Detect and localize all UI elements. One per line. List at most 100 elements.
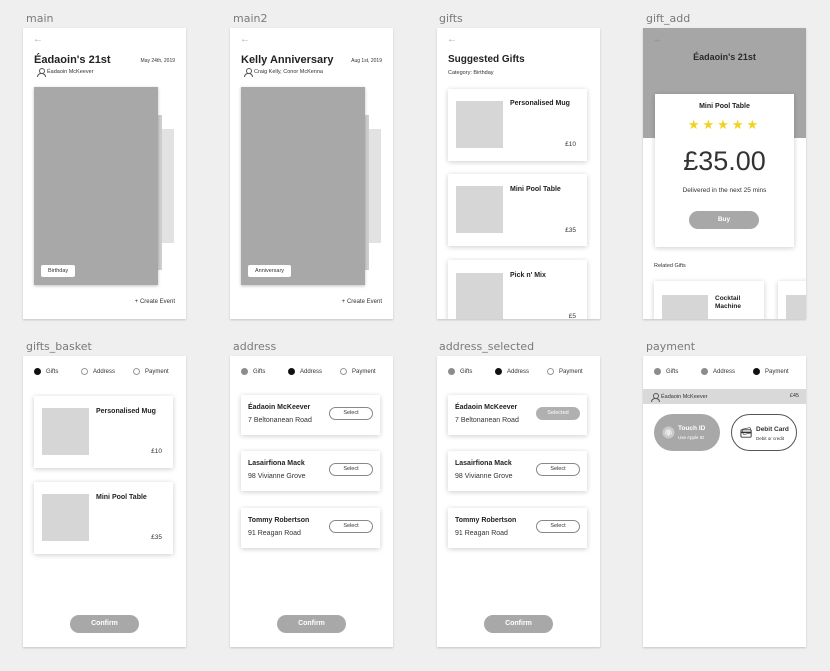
recipient-name: Éadaoin McKeever (661, 394, 708, 400)
gift-price: £35 (565, 227, 576, 234)
address-card[interactable]: Éadaoin McKeever 7 Beltonanean Road Sele… (241, 395, 380, 435)
step-payment[interactable]: Payment (547, 368, 583, 375)
event-people: Éadaoin McKeever (37, 68, 94, 77)
event-people-label: Craig Kelly, Conor McKenna (254, 69, 323, 75)
select-button[interactable]: Select (536, 463, 580, 476)
step-indicator (701, 368, 708, 375)
related-gift-card[interactable]: Cocktail Machine (654, 281, 764, 319)
gift-image (456, 101, 503, 148)
step-payment[interactable]: Payment (753, 368, 789, 375)
person-icon (244, 68, 253, 77)
debit-card-button[interactable]: Debit Card Debit or credit (731, 414, 797, 451)
event-people-label: Éadaoin McKeever (47, 69, 94, 75)
gift-image (456, 186, 503, 233)
related-gift-card[interactable] (778, 281, 806, 319)
back-arrow-icon[interactable]: ← (653, 34, 663, 45)
address-street: 7 Beltonanean Road (455, 417, 519, 424)
event-card[interactable]: Birthday (34, 87, 158, 285)
select-button[interactable]: Select (329, 520, 373, 533)
step-indicator (133, 368, 140, 375)
address-street: 98 Vivianne Grove (455, 473, 513, 480)
basket-item[interactable]: Mini Pool Table £35 (34, 482, 173, 554)
step-label: Payment (559, 368, 583, 375)
event-people: Craig Kelly, Conor McKenna (244, 68, 323, 77)
basket-item[interactable]: Personalised Mug £10 (34, 396, 173, 468)
address-street: 98 Vivianne Grove (248, 473, 306, 480)
gift-price: £10 (565, 141, 576, 148)
related-gifts-label: Related Gifts (654, 263, 686, 269)
address-name: Éadaoin McKeever (248, 404, 311, 411)
back-arrow-icon[interactable]: ← (33, 34, 43, 45)
artboard-gift-add: ← Éadaoin's 21st Mini Pool Table ★★★★★ £… (643, 28, 806, 319)
artboard-address: Gifts Address Payment Éadaoin McKeever 7… (230, 356, 393, 647)
address-card[interactable]: Lasairfiona Mack 98 Vivianne Grove Selec… (448, 451, 587, 491)
select-button[interactable]: Select (536, 520, 580, 533)
event-card[interactable]: Anniversary (241, 87, 365, 285)
delivery-info: Delivered in the next 25 mins (682, 187, 767, 194)
gift-name: Mini Pool Table (96, 494, 147, 501)
confirm-button[interactable]: Confirm (70, 615, 139, 633)
step-payment[interactable]: Payment (340, 368, 376, 375)
address-street: 91 Reagan Road (248, 530, 301, 537)
step-label: Payment (352, 368, 376, 375)
step-label: Gifts (253, 368, 266, 375)
step-label: Payment (145, 368, 169, 375)
artboard-label-main2: main2 (233, 12, 268, 25)
event-title: Kelly Anniversary (241, 54, 334, 66)
person-icon (37, 68, 46, 77)
selected-button[interactable]: Selected (536, 407, 580, 420)
create-event-link[interactable]: + Create Event (135, 299, 175, 305)
gift-image (786, 295, 806, 319)
payment-amount: £45 (789, 393, 799, 399)
select-button[interactable]: Select (329, 407, 373, 420)
debit-card-subtitle: Debit or credit (756, 436, 785, 441)
person-icon (651, 393, 660, 402)
event-title: Éadaoin's 21st (693, 52, 756, 62)
step-gifts[interactable]: Gifts (654, 368, 678, 375)
step-address[interactable]: Address (81, 368, 115, 375)
step-address[interactable]: Address (701, 368, 735, 375)
gift-price: £35 (151, 534, 162, 541)
select-button[interactable]: Select (329, 463, 373, 476)
fingerprint-icon (662, 426, 675, 439)
step-address[interactable]: Address (288, 368, 322, 375)
artboard-gifts-basket: Gifts Address Payment Personalised Mug £… (23, 356, 186, 647)
create-event-link[interactable]: + Create Event (342, 299, 382, 305)
confirm-button[interactable]: Confirm (277, 615, 346, 633)
gift-name: Pick n' Mix (510, 272, 546, 279)
step-gifts[interactable]: Gifts (241, 368, 265, 375)
artboard-label-payment: payment (646, 340, 696, 353)
step-label: Payment (765, 368, 789, 375)
step-gifts[interactable]: Gifts (448, 368, 472, 375)
address-card[interactable]: Tommy Robertson 91 Reagan Road Select (241, 508, 380, 548)
back-arrow-icon[interactable]: ← (240, 34, 250, 45)
step-label: Address (93, 368, 116, 375)
step-label: Gifts (460, 368, 473, 375)
confirm-button[interactable]: Confirm (484, 615, 553, 633)
step-indicator (753, 368, 760, 375)
address-name: Tommy Robertson (248, 517, 310, 524)
step-address[interactable]: Address (495, 368, 529, 375)
gift-name: Mini Pool Table (510, 186, 561, 193)
artboard-label-gifts-basket: gifts_basket (26, 340, 92, 353)
step-indicator (547, 368, 554, 375)
artboard-main: ← Éadaoin's 21st May 24th, 2019 Éadaoin … (23, 28, 186, 319)
touch-id-button[interactable]: Touch ID Use Apple ID (654, 414, 720, 451)
step-gifts[interactable]: Gifts (34, 368, 58, 375)
artboard-label-main: main (26, 12, 54, 25)
event-type-tag: Anniversary (248, 265, 292, 277)
address-card[interactable]: Éadaoin McKeever 7 Beltonanean Road Sele… (448, 395, 587, 435)
buy-button[interactable]: Buy (689, 211, 759, 229)
step-payment[interactable]: Payment (133, 368, 169, 375)
touch-id-subtitle: Use Apple ID (678, 435, 705, 440)
checkout-steps: Gifts Address Payment (23, 368, 186, 380)
back-arrow-icon[interactable]: ← (447, 34, 457, 45)
gift-card[interactable]: Pick n' Mix £5 (448, 260, 587, 319)
step-indicator (340, 368, 347, 375)
gift-card[interactable]: Personalised Mug £10 (448, 89, 587, 161)
address-card[interactable]: Tommy Robertson 91 Reagan Road Select (448, 508, 587, 548)
gift-card[interactable]: Mini Pool Table £35 (448, 174, 587, 246)
address-name: Éadaoin McKeever (455, 404, 518, 411)
product-name: Mini Pool Table (699, 103, 750, 110)
address-card[interactable]: Lasairfiona Mack 98 Vivianne Grove Selec… (241, 451, 380, 491)
